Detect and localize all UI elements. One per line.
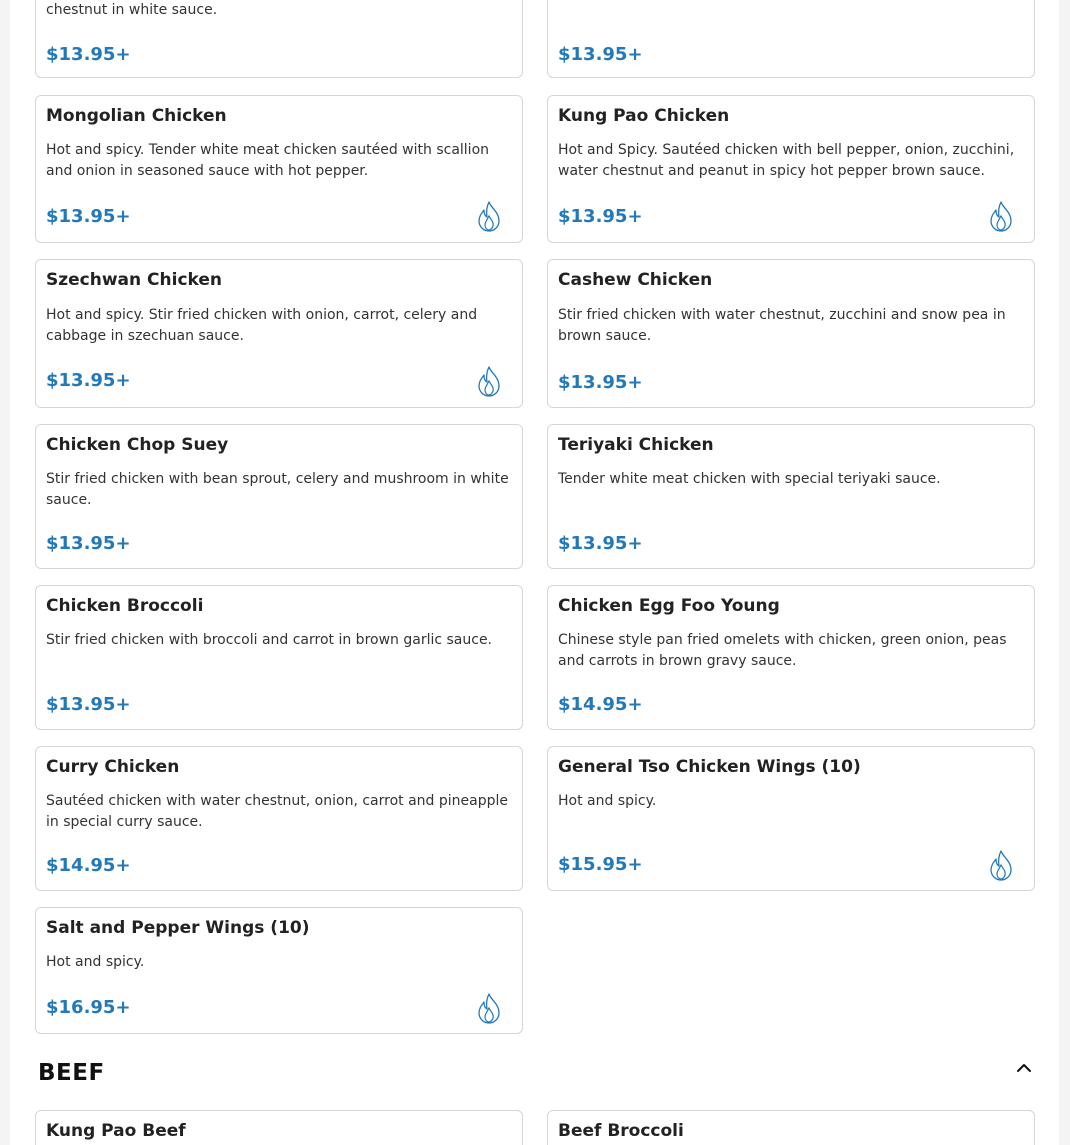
item-price: $16.95+ [46, 997, 131, 1018]
item-title: Cashew Chicken [558, 270, 713, 290]
section-title: BEEF [38, 1060, 105, 1086]
item-price: $13.95+ [558, 206, 643, 227]
item-title: Kung Pao Chicken [558, 106, 730, 126]
item-title: Salt and Pepper Wings (10) [46, 918, 310, 938]
item-title: Chicken Broccoli [46, 596, 204, 616]
item-description: Hot and spicy. [558, 793, 657, 809]
flame-icon [990, 201, 1012, 232]
menu-item-card[interactable]: Chicken Chop Suey Stir fried chicken wit… [35, 424, 523, 569]
menu-item-card[interactable]: General Tso Chicken Wings (10) Hot and s… [547, 746, 1035, 891]
item-description: Hot and spicy. [46, 954, 145, 970]
menu-item-card[interactable]: Mongolian Chicken Hot and spicy. Tender … [35, 95, 523, 243]
item-description: Stir fried chicken with bean sprout, cel… [46, 471, 509, 508]
menu-page: chestnut in white sauce. $13.95+ $13.95+… [10, 0, 1059, 1145]
flame-icon [990, 850, 1012, 881]
item-title: General Tso Chicken Wings (10) [558, 757, 861, 777]
item-title: Szechwan Chicken [46, 270, 223, 290]
item-description: Hot and Spicy. Sautéed chicken with bell… [558, 142, 1015, 179]
menu-item-card[interactable]: Salt and Pepper Wings (10) Hot and spicy… [35, 907, 523, 1034]
item-price: $13.95+ [46, 206, 131, 227]
item-title: Beef Broccoli [558, 1121, 684, 1141]
item-title: Mongolian Chicken [46, 106, 227, 126]
item-price: $13.95+ [46, 533, 131, 554]
item-description: chestnut in white sauce. [46, 2, 218, 18]
item-price: $14.95+ [46, 855, 131, 876]
item-price: $15.95+ [558, 854, 643, 875]
item-price: $13.95+ [46, 694, 131, 715]
item-title: Kung Pao Beef [46, 1121, 186, 1141]
item-description: Chinese style pan fried omelets with chi… [558, 632, 1007, 669]
item-title: Chicken Chop Suey [46, 435, 229, 455]
flame-icon [478, 366, 500, 397]
menu-item-card[interactable]: Kung Pao Chicken Hot and Spicy. Sautéed … [547, 95, 1035, 243]
menu-item-card[interactable]: Teriyaki Chicken Tender white meat chick… [547, 424, 1035, 569]
item-price: $13.95+ [558, 372, 643, 393]
item-price: $13.95+ [46, 44, 131, 65]
item-price: $14.95+ [558, 694, 643, 715]
menu-item-card[interactable]: Curry Chicken Sautéed chicken with water… [35, 746, 523, 891]
item-description: Hot and spicy. Tender white meat chicken… [46, 142, 490, 179]
flame-icon [478, 201, 500, 232]
menu-item-card[interactable]: Szechwan Chicken Hot and spicy. Stir fri… [35, 259, 523, 408]
flame-icon [478, 993, 500, 1024]
item-price: $13.95+ [558, 44, 643, 65]
item-title: Chicken Egg Foo Young [558, 596, 780, 616]
item-description: Stir fried chicken with water chestnut, … [558, 307, 1006, 344]
item-description: Stir fried chicken with broccoli and car… [46, 632, 493, 648]
menu-item-card[interactable]: Chicken Egg Foo Young Chinese style pan … [547, 585, 1035, 730]
item-price: $13.95+ [46, 370, 131, 391]
menu-item-card[interactable]: $13.95+ [547, 0, 1035, 78]
item-description: Tender white meat chicken with special t… [558, 471, 941, 487]
menu-item-card[interactable]: chestnut in white sauce. $13.95+ [35, 0, 523, 78]
beef-section-header[interactable]: BEEF [38, 1058, 1034, 1092]
item-title: Teriyaki Chicken [558, 435, 714, 455]
item-title: Curry Chicken [46, 757, 180, 777]
chevron-up-icon[interactable] [1014, 1058, 1034, 1078]
menu-item-card[interactable]: Kung Pao Beef [35, 1110, 523, 1145]
item-description: Sautéed chicken with water chestnut, oni… [46, 793, 508, 830]
menu-item-card[interactable]: Chicken Broccoli Stir fried chicken with… [35, 585, 523, 730]
menu-item-card[interactable]: Cashew Chicken Stir fried chicken with w… [547, 259, 1035, 408]
item-price: $13.95+ [558, 533, 643, 554]
menu-item-card[interactable]: Beef Broccoli [547, 1110, 1035, 1145]
item-description: Hot and spicy. Stir fried chicken with o… [46, 307, 478, 344]
